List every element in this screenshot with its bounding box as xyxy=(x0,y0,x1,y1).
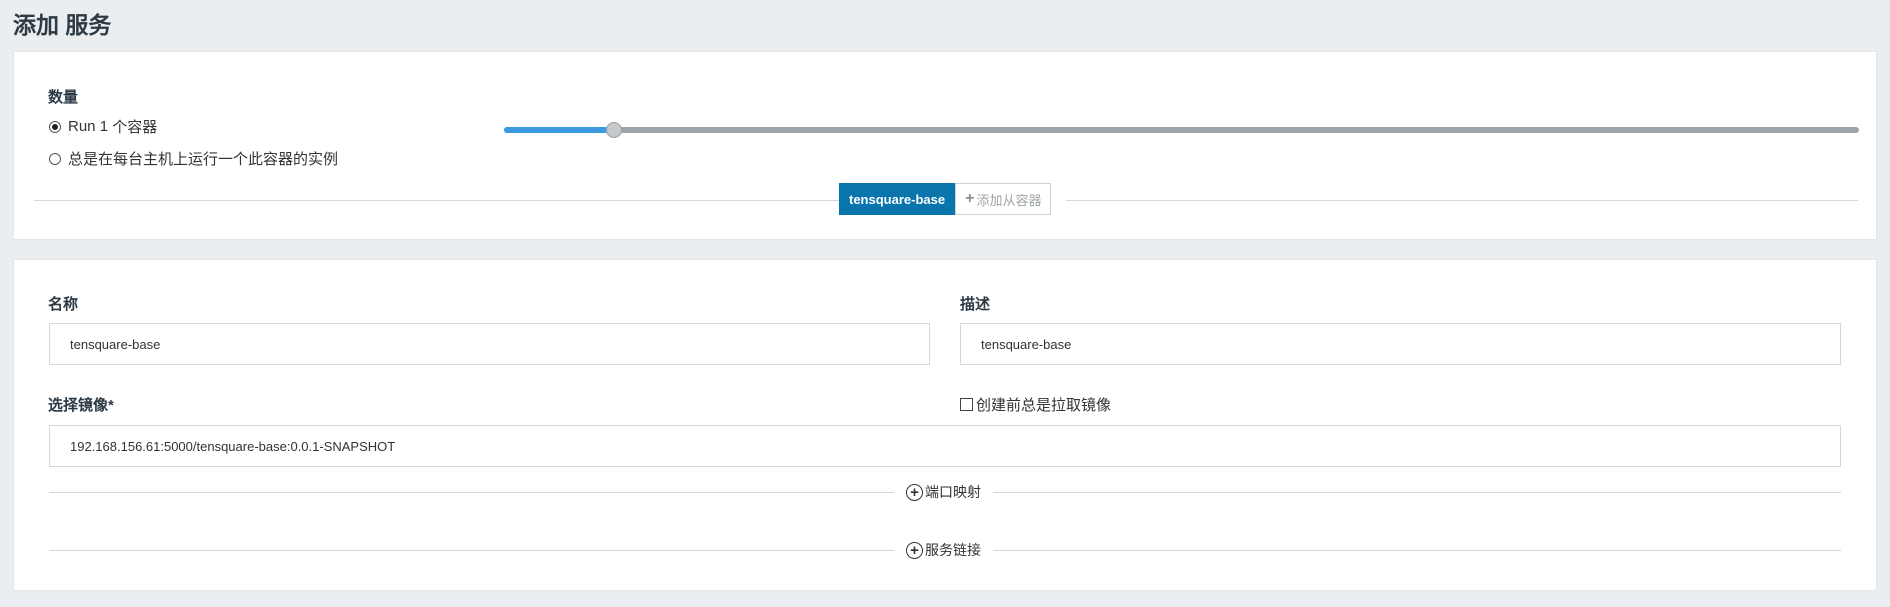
add-sidekick-button[interactable]: + 添加从容器 xyxy=(955,183,1052,215)
description-input[interactable] xyxy=(960,323,1841,365)
always-pull-label: 创建前总是拉取镜像 xyxy=(976,397,1112,414)
divider-left xyxy=(34,200,839,201)
divider-right xyxy=(1066,200,1858,201)
scale-card: 数量 Run 1 个容器 总是在每台主机上运行一个此容器的实例 tensquar… xyxy=(13,51,1877,240)
page-title: 添加 服务 xyxy=(13,12,112,38)
name-input[interactable] xyxy=(49,323,930,365)
global-option-label: 总是在每台主机上运行一个此容器的实例 xyxy=(68,151,339,168)
run-suffix: 个容器 xyxy=(112,119,158,136)
scale-slider[interactable] xyxy=(504,120,1859,140)
always-pull-option[interactable]: 创建前总是拉取镜像 xyxy=(960,394,1111,415)
name-label: 名称 xyxy=(48,296,79,313)
plus-icon: + xyxy=(965,190,975,207)
run-count-radio[interactable] xyxy=(49,120,61,133)
global-radio[interactable] xyxy=(49,152,61,165)
description-label: 描述 xyxy=(960,296,991,313)
image-input[interactable] xyxy=(49,425,1841,467)
circle-plus-icon: + xyxy=(906,483,923,501)
global-option[interactable]: 总是在每台主机上运行一个此容器的实例 xyxy=(49,148,338,169)
run-count-option[interactable]: Run 1 个容器 xyxy=(49,116,157,137)
add-sidekick-label: 添加从容器 xyxy=(976,192,1042,208)
port-mapping-label: 端口映射 xyxy=(925,484,981,500)
tab-primary-container[interactable]: tensquare-base xyxy=(839,183,956,215)
always-pull-checkbox[interactable] xyxy=(960,398,973,411)
config-card: 名称 描述 选择镜像* 创建前总是拉取镜像 + 端口映射 + 服务链接 xyxy=(13,259,1877,591)
container-tabs: tensquare-base + 添加从容器 xyxy=(839,183,1052,215)
slider-fill xyxy=(504,127,614,133)
image-label: 选择镜像* xyxy=(48,397,114,414)
slider-thumb[interactable] xyxy=(605,122,622,138)
run-prefix: Run xyxy=(68,118,96,135)
scale-label: 数量 xyxy=(48,89,79,106)
slider-track xyxy=(504,127,1859,133)
add-port-mapping-button[interactable]: + 端口映射 xyxy=(894,482,993,502)
circle-plus-icon: + xyxy=(906,541,923,559)
service-links-label: 服务链接 xyxy=(925,542,981,558)
add-service-link-button[interactable]: + 服务链接 xyxy=(894,540,993,560)
run-count-value: 1 xyxy=(99,118,109,135)
